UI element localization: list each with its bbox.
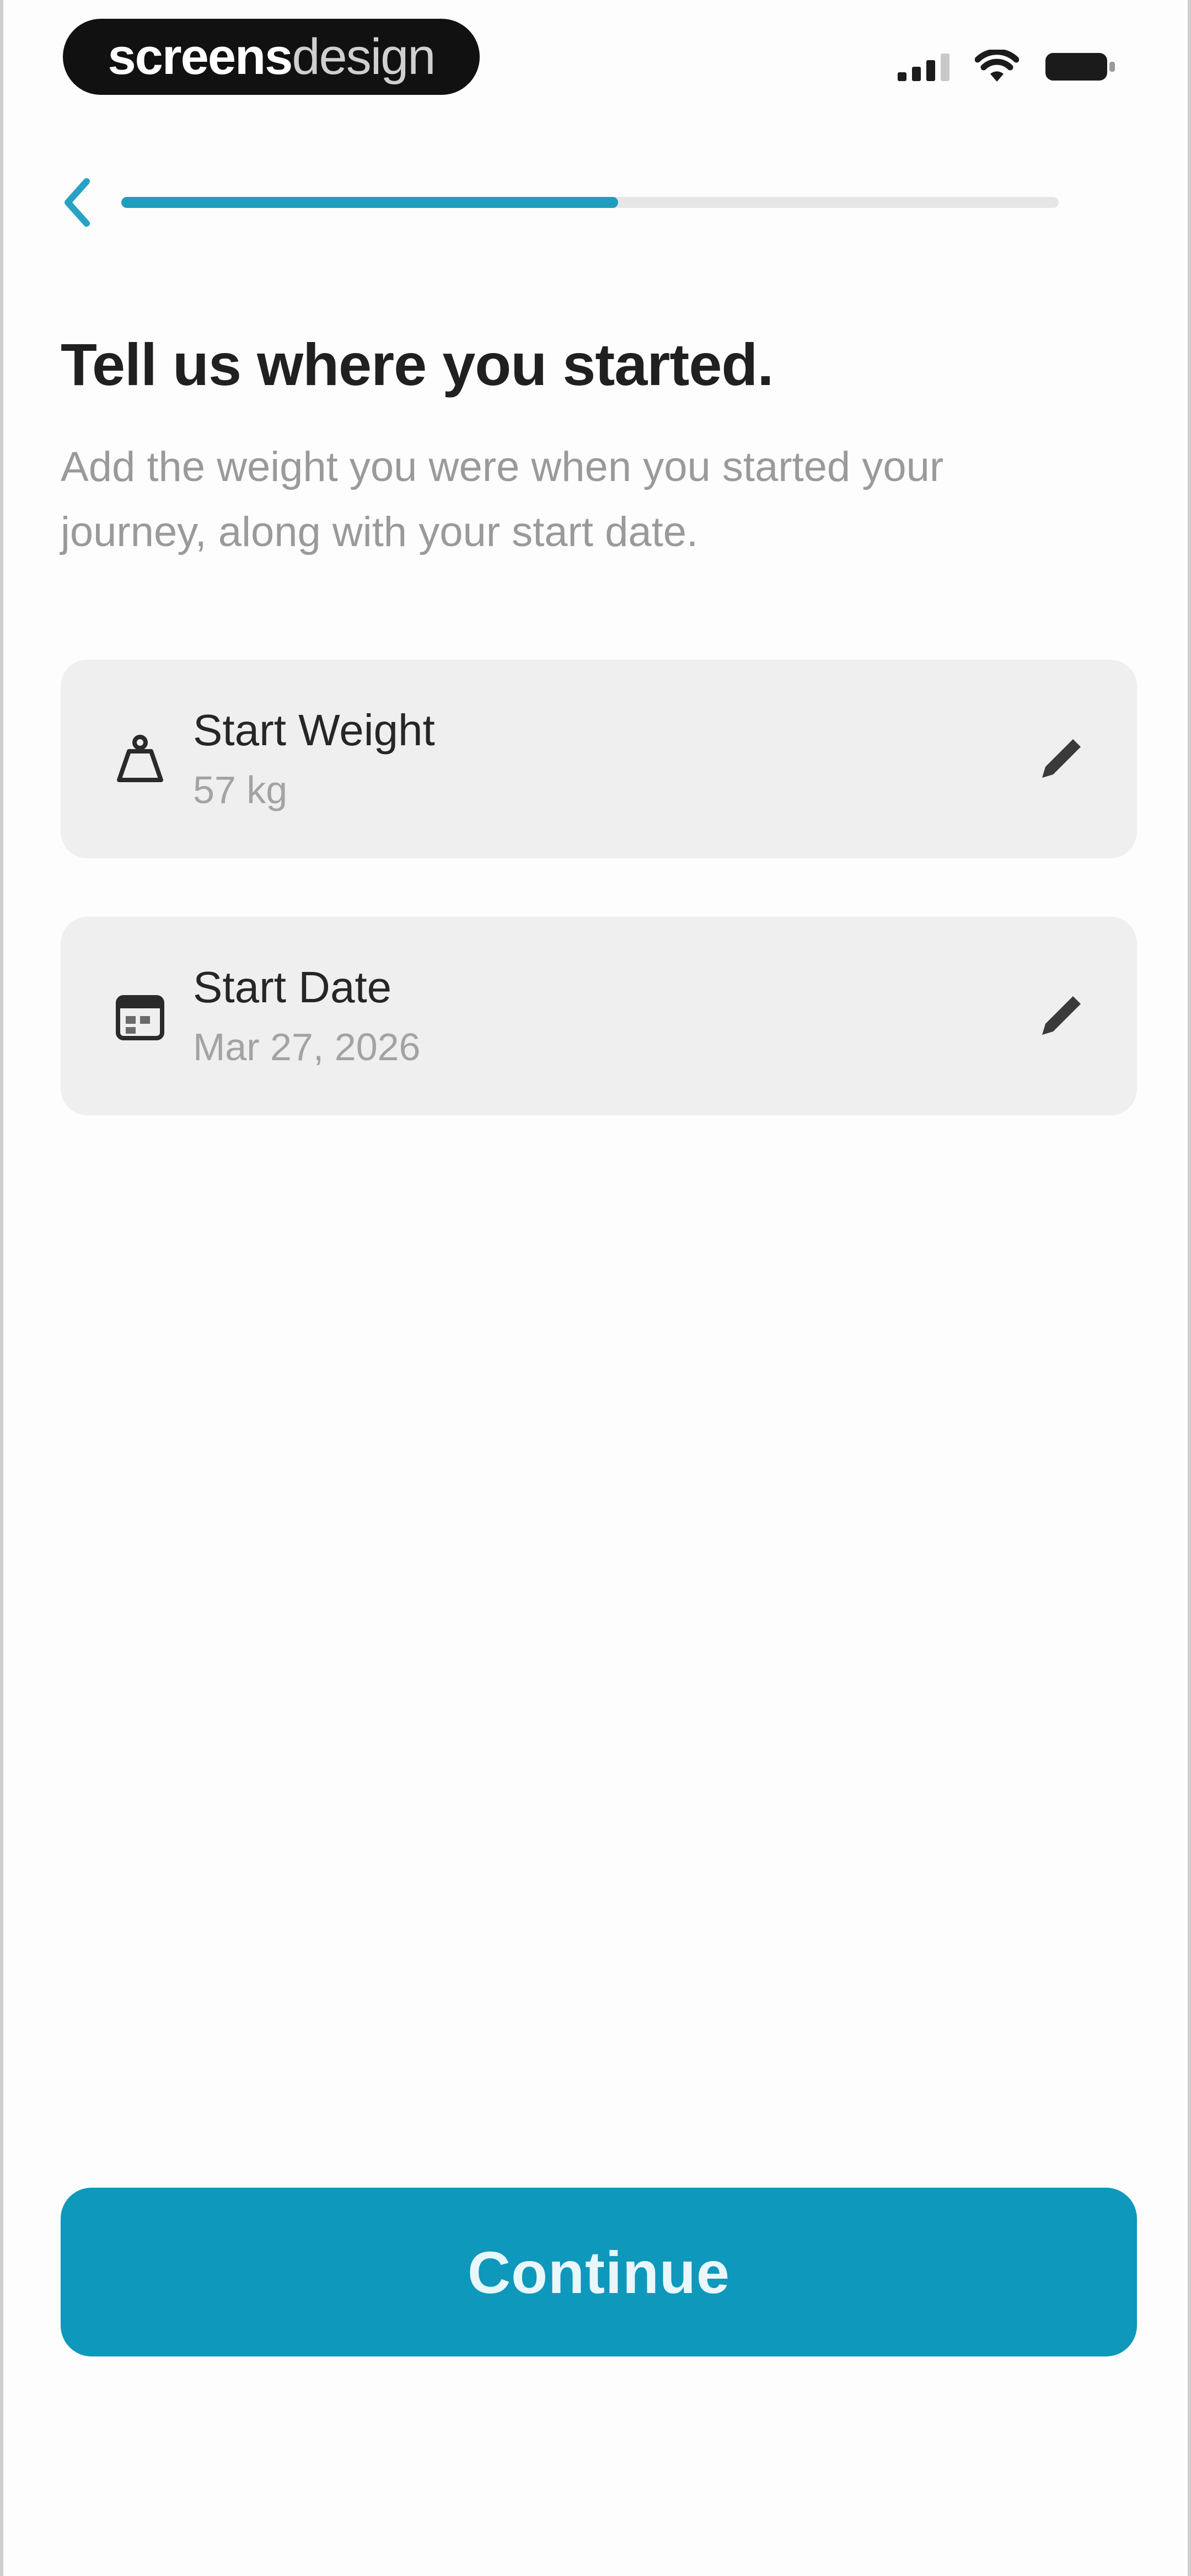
wifi-icon (975, 50, 1019, 82)
edit-weight-button[interactable] (1027, 725, 1095, 793)
app-screen: screens design Tell us where you started.… (0, 0, 1191, 2576)
onboarding-progress-bar (121, 197, 1059, 208)
signal-icon (898, 52, 949, 81)
pencil-icon (1042, 739, 1081, 778)
battery-icon (1045, 53, 1115, 81)
logo-bold-text: screens (108, 28, 293, 85)
start-weight-field[interactable]: Start Weight 57 kg (61, 660, 1137, 858)
start-date-field[interactable]: Start Date Mar 27, 2026 (61, 917, 1137, 1115)
calendar-icon (108, 984, 172, 1048)
status-icons (898, 47, 1116, 86)
continue-button[interactable]: Continue (61, 2188, 1137, 2356)
start-weight-label: Start Weight (193, 706, 435, 755)
weight-icon (108, 727, 172, 791)
logo-light-text: design (292, 28, 436, 85)
start-date-label: Start Date (193, 963, 392, 1012)
pencil-icon (1042, 996, 1081, 1035)
start-weight-value: 57 kg (193, 768, 288, 811)
screensdesign-logo: screens design (63, 19, 480, 95)
page-title: Tell us where you started. (61, 331, 774, 398)
chevron-left-icon (65, 178, 90, 227)
edit-date-button[interactable] (1027, 982, 1095, 1050)
start-date-value: Mar 27, 2026 (193, 1025, 421, 1068)
progress-fill (121, 197, 618, 208)
back-button[interactable] (52, 172, 101, 233)
page-subtitle: Add the weight you were when you started… (61, 443, 944, 555)
